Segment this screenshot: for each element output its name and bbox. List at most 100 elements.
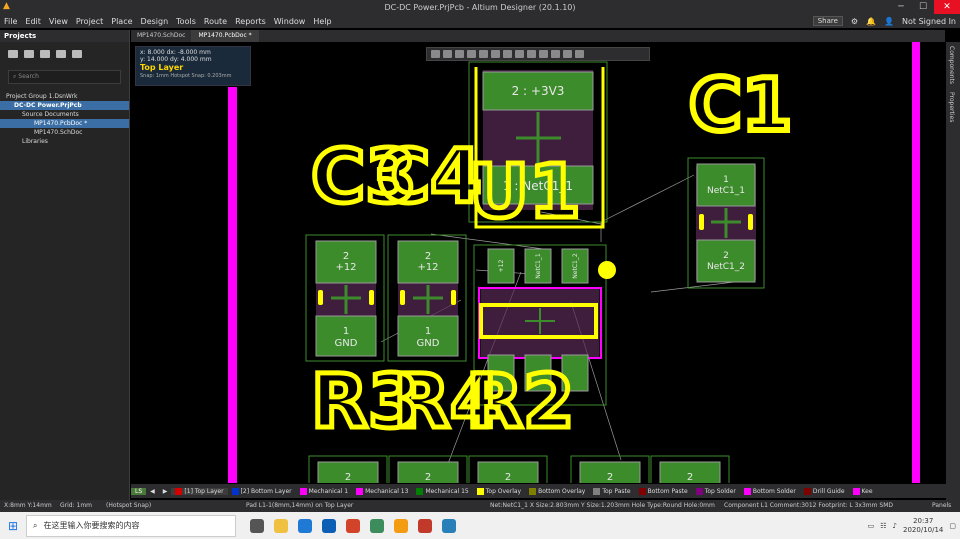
tree-item-project[interactable]: DC-DC Power.PrjPcb bbox=[0, 101, 129, 110]
menu-place[interactable]: Place bbox=[107, 17, 136, 26]
notifications-icon[interactable]: ▢ bbox=[949, 522, 956, 530]
layer-tab-mech13[interactable]: Mechanical 13 bbox=[352, 487, 412, 495]
layer-scroll-left[interactable]: ◀ bbox=[146, 488, 159, 495]
file-explorer-icon[interactable] bbox=[274, 518, 288, 533]
clock[interactable]: 20:37 2020/10/14 bbox=[903, 517, 943, 535]
office-icon[interactable] bbox=[346, 518, 360, 533]
layer-label: Top Overlay bbox=[485, 487, 522, 495]
tree-item-pcbdoc[interactable]: MP1470.PcbDoc * bbox=[0, 119, 129, 128]
status-net: Net:NetC1_1 X Size:2.803mm Y Size:1.203m… bbox=[490, 502, 715, 509]
layer-swatch bbox=[231, 487, 239, 495]
pad-c1-2[interactable] bbox=[696, 239, 756, 283]
task-view-icon[interactable] bbox=[250, 518, 264, 533]
designator-u1[interactable]: U1 bbox=[467, 147, 584, 238]
layer-scroll-right[interactable]: ▶ bbox=[159, 488, 172, 495]
via-icon[interactable] bbox=[503, 50, 512, 58]
menu-file[interactable]: File bbox=[0, 17, 21, 26]
bell-icon[interactable]: 🔔 bbox=[866, 17, 876, 26]
layer-label: Bottom Overlay bbox=[538, 487, 586, 495]
menu-edit[interactable]: Edit bbox=[21, 17, 45, 26]
taskbar-search-input[interactable]: ⌕ 在这里输入你要搜索的内容 bbox=[26, 514, 236, 537]
layer-tab-bottom[interactable]: [2] Bottom Layer bbox=[228, 487, 296, 495]
settings-icon[interactable] bbox=[72, 50, 82, 58]
designator-r2[interactable]: R2 bbox=[464, 357, 577, 448]
app-icon[interactable] bbox=[442, 518, 456, 533]
battery-icon[interactable]: ▭ bbox=[868, 522, 875, 530]
windows-start-icon[interactable]: ⊞ bbox=[0, 519, 26, 533]
fill-icon[interactable] bbox=[515, 50, 524, 58]
pad-c1-1[interactable] bbox=[696, 163, 756, 207]
tree-item-project-group[interactable]: Project Group 1.DsnWrk bbox=[0, 92, 129, 101]
board-outline-left bbox=[228, 87, 237, 483]
layer-tab-mech1[interactable]: Mechanical 1 bbox=[296, 487, 352, 495]
browser-icon[interactable] bbox=[322, 518, 336, 533]
polygon-icon[interactable] bbox=[539, 50, 548, 58]
tree-item-libraries[interactable]: Libraries bbox=[0, 137, 129, 146]
pad-icon[interactable] bbox=[527, 50, 536, 58]
layer-tab-bottom-overlay[interactable]: Bottom Overlay bbox=[525, 487, 589, 495]
designator-c1[interactable]: C1 bbox=[686, 60, 795, 150]
layer-tab-bottom-paste[interactable]: Bottom Paste bbox=[635, 487, 692, 495]
sign-in-label[interactable]: Not Signed In bbox=[902, 17, 956, 26]
menu-help[interactable]: Help bbox=[309, 17, 335, 26]
dimension-icon[interactable] bbox=[563, 50, 572, 58]
projects-panel: Projects ⌕ Search Project Group 1.DsnWrk… bbox=[0, 30, 130, 500]
tab-schdoc[interactable]: MP1470.SchDoc bbox=[131, 30, 193, 42]
folder-icon[interactable] bbox=[56, 50, 66, 58]
projects-search-input[interactable]: ⌕ Search bbox=[8, 70, 121, 84]
layer-tab-top-overlay[interactable]: Top Overlay bbox=[473, 487, 525, 495]
layer-tab-top[interactable]: [1] Top Layer bbox=[171, 487, 228, 495]
save-icon[interactable] bbox=[40, 50, 50, 58]
designator-c4[interactable]: C4 bbox=[374, 132, 485, 223]
line-icon[interactable] bbox=[575, 50, 584, 58]
edge-icon[interactable] bbox=[298, 518, 312, 533]
menu-project[interactable]: Project bbox=[72, 17, 107, 26]
open-project-icon[interactable] bbox=[8, 50, 18, 58]
network-icon[interactable]: ☷ bbox=[880, 522, 886, 530]
layer-tab-keepout[interactable]: Kee bbox=[849, 487, 877, 495]
layer-tab-drill-guide[interactable]: Drill Guide bbox=[800, 487, 849, 495]
volume-icon[interactable]: ♪ bbox=[893, 522, 897, 530]
tree-item-schdoc[interactable]: MP1470.SchDoc bbox=[0, 128, 129, 137]
menu-view[interactable]: View bbox=[45, 17, 72, 26]
place-component-icon[interactable] bbox=[479, 50, 488, 58]
menu-reports[interactable]: Reports bbox=[231, 17, 270, 26]
tree-item-source-docs[interactable]: Source Documents bbox=[0, 110, 129, 119]
layer-tab-top-paste[interactable]: Top Paste bbox=[589, 487, 634, 495]
properties-panel-tab[interactable]: Properties bbox=[946, 88, 957, 126]
minimize-button[interactable]: ─ bbox=[890, 0, 912, 14]
user-icon[interactable]: 👤 bbox=[884, 17, 894, 26]
filter-icon[interactable] bbox=[431, 50, 440, 58]
wechat-icon[interactable] bbox=[370, 518, 384, 533]
tab-pcbdoc[interactable]: MP1470.PcbDoc * bbox=[192, 30, 259, 42]
text-icon[interactable] bbox=[551, 50, 560, 58]
pcb-drawing[interactable]: 2 : +3V3 1 : NetC1_1 1 NetC1_1 2 NetC1_2 bbox=[131, 42, 946, 483]
gear-icon[interactable]: ⚙ bbox=[851, 17, 858, 26]
new-document-icon[interactable] bbox=[24, 50, 34, 58]
align-icon[interactable] bbox=[467, 50, 476, 58]
share-button[interactable]: Share bbox=[812, 16, 843, 26]
route-icon[interactable] bbox=[491, 50, 500, 58]
layer-tab-bottom-solder[interactable]: Bottom Solder bbox=[740, 487, 800, 495]
component-c4[interactable]: 2 +12 1 GND bbox=[387, 234, 467, 362]
components-panel-tab[interactable]: Components bbox=[946, 42, 957, 88]
bottom-components[interactable]: 2 2 2 2 2 bbox=[308, 455, 730, 483]
menu-tools[interactable]: Tools bbox=[172, 17, 200, 26]
component-c1[interactable]: 1 NetC1_1 2 NetC1_2 bbox=[687, 157, 765, 289]
layer-set-button[interactable]: LS bbox=[131, 487, 147, 495]
menu-design[interactable]: Design bbox=[137, 17, 173, 26]
pcb-canvas[interactable]: 2 : +3V3 1 : NetC1_1 1 NetC1_1 2 NetC1_2 bbox=[131, 42, 946, 483]
close-button[interactable]: ✕ bbox=[934, 0, 960, 14]
move-icon[interactable] bbox=[443, 50, 452, 58]
menu-route[interactable]: Route bbox=[200, 17, 231, 26]
layer-swatch bbox=[638, 487, 646, 495]
altium-icon[interactable] bbox=[394, 518, 408, 533]
layer-tab-top-solder[interactable]: Top Solder bbox=[692, 487, 740, 495]
powerpoint-icon[interactable] bbox=[418, 518, 432, 533]
panels-button[interactable]: Panels bbox=[932, 500, 951, 512]
maximize-button[interactable]: ☐ bbox=[912, 0, 934, 14]
select-icon[interactable] bbox=[455, 50, 464, 58]
component-c3[interactable]: 2 +12 1 GND bbox=[305, 234, 385, 362]
menu-window[interactable]: Window bbox=[270, 17, 310, 26]
layer-tab-mech15[interactable]: Mechanical 15 bbox=[412, 487, 472, 495]
